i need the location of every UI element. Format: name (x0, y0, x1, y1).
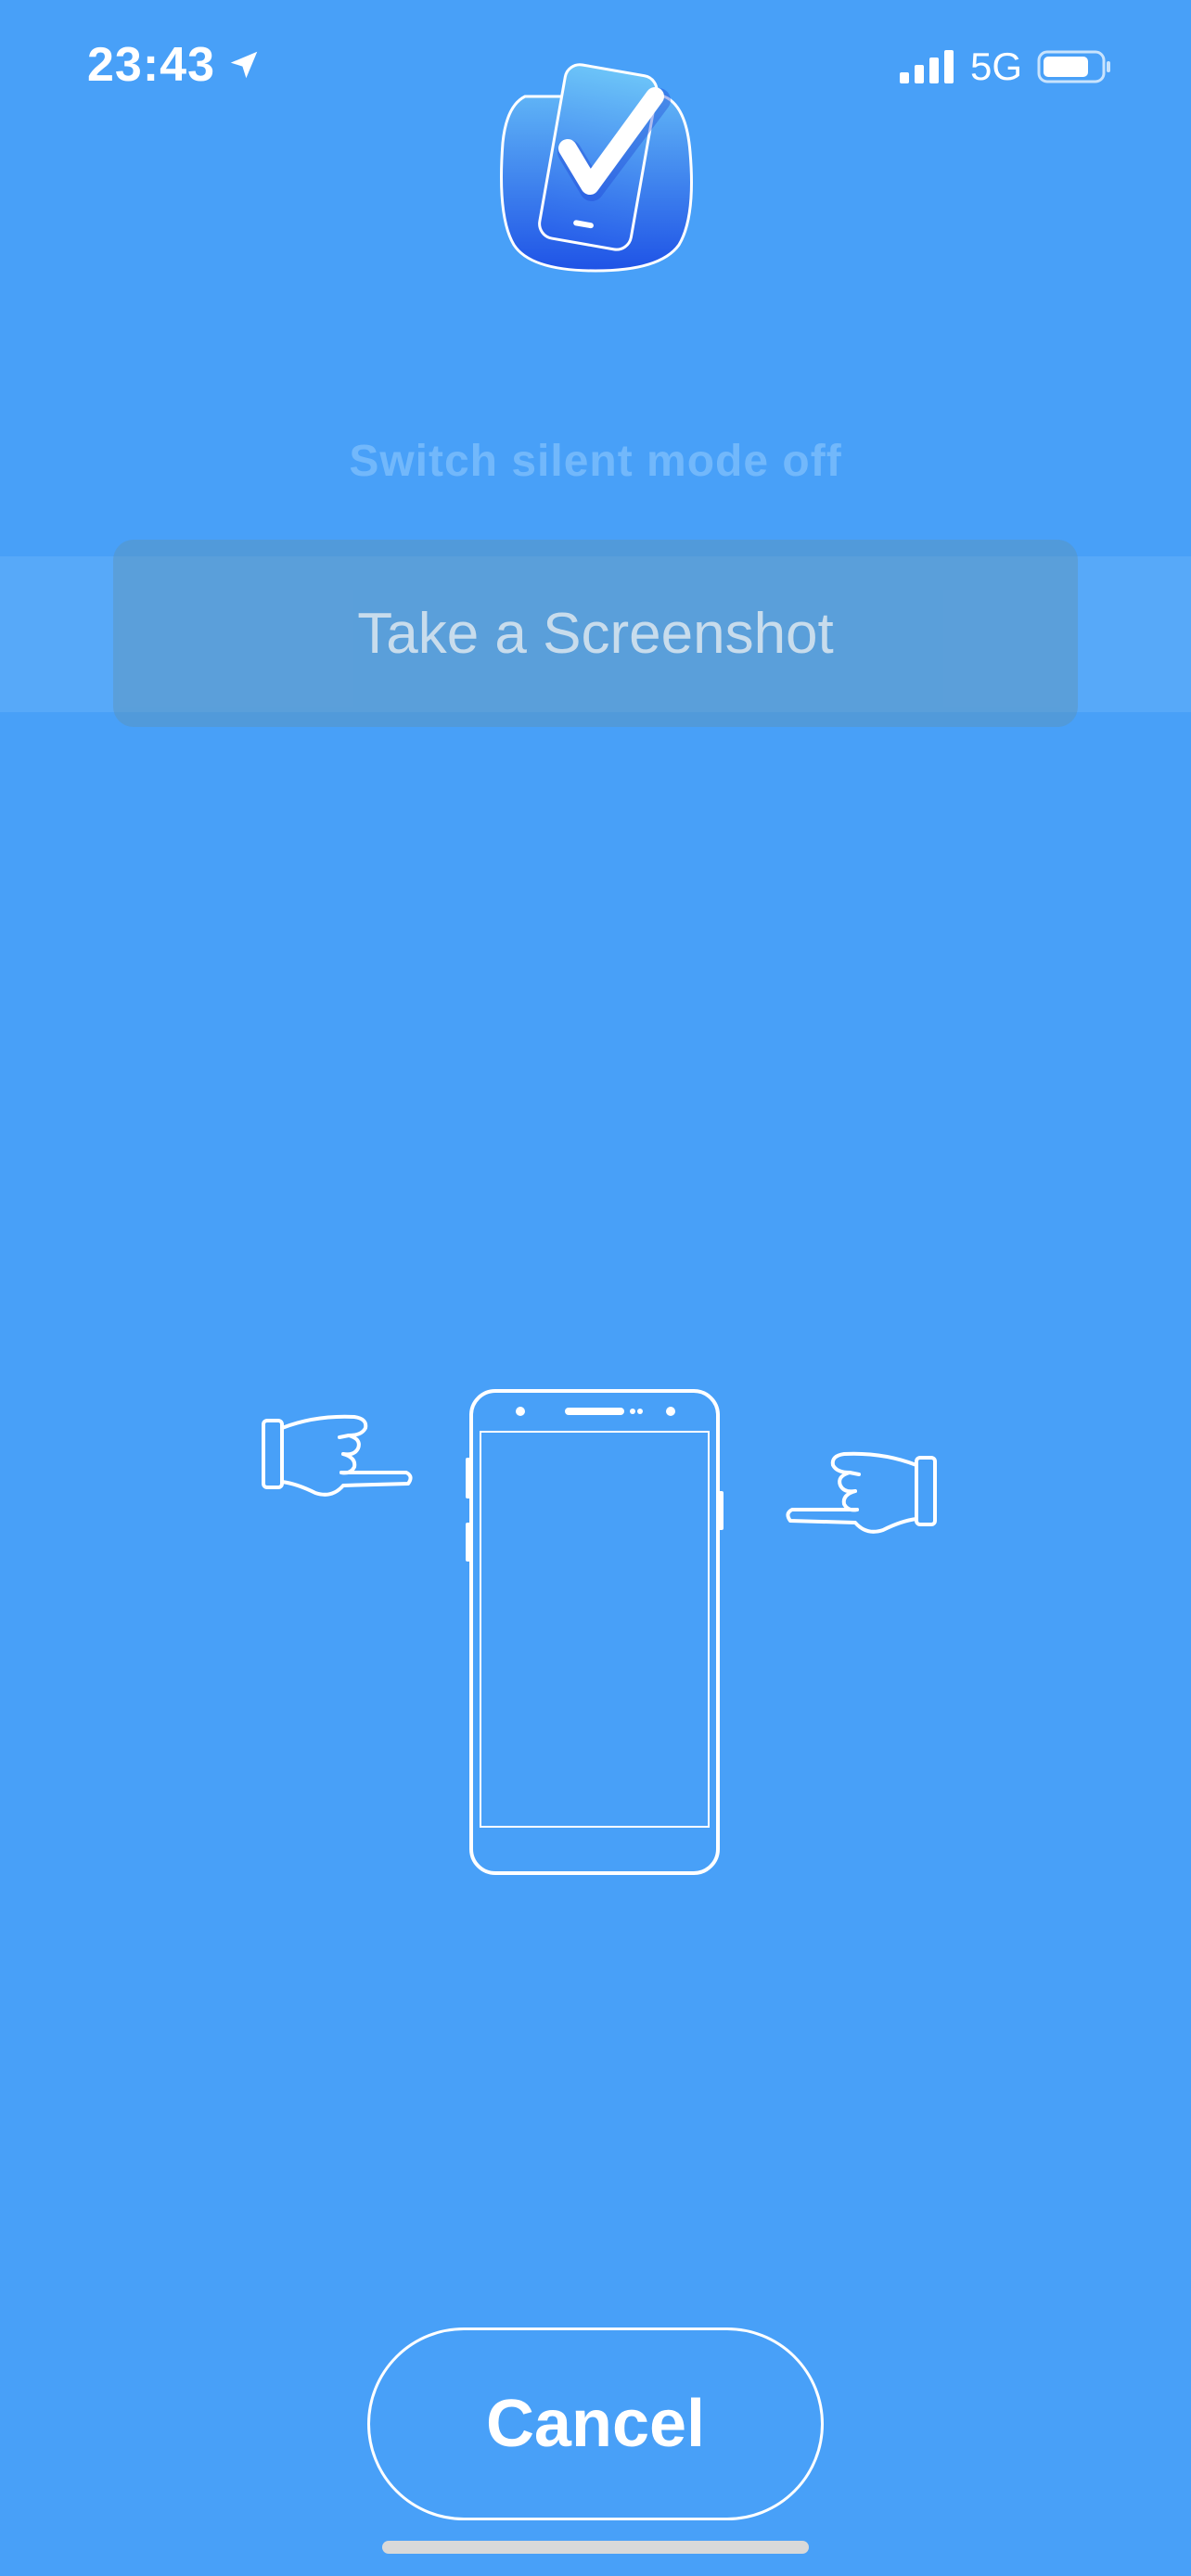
screenshot-gesture-illustration (262, 1389, 937, 1875)
cellular-signal-icon (899, 50, 954, 83)
phone-checkmark-logo-icon (500, 63, 693, 273)
cancel-label: Cancel (485, 2387, 706, 2461)
location-arrow-icon (230, 51, 258, 79)
silent-mode-instruction: Switch silent mode off (349, 437, 842, 486)
network-type-label: 5G (969, 45, 1022, 88)
home-indicator[interactable] (382, 2541, 809, 2554)
take-screenshot-label: Take a Screenshot (357, 601, 834, 666)
cancel-button[interactable]: Cancel (367, 2327, 824, 2520)
time-text: 23:43 (87, 38, 215, 92)
faded-instruction: ​ (0, 373, 1191, 412)
status-bar-indicators: 5G (898, 45, 1113, 89)
pointing-hand-left-icon (786, 1451, 937, 1534)
phone-outline-icon (466, 1389, 724, 1875)
screen: 23:43 5G Switch silent mode off Take a S… (0, 0, 1191, 2576)
battery-icon (1037, 50, 1110, 83)
status-bar-time: 23:43 (87, 37, 262, 93)
take-screenshot-button[interactable]: Take a Screenshot (113, 540, 1078, 727)
pointing-hand-right-icon (262, 1414, 413, 1497)
